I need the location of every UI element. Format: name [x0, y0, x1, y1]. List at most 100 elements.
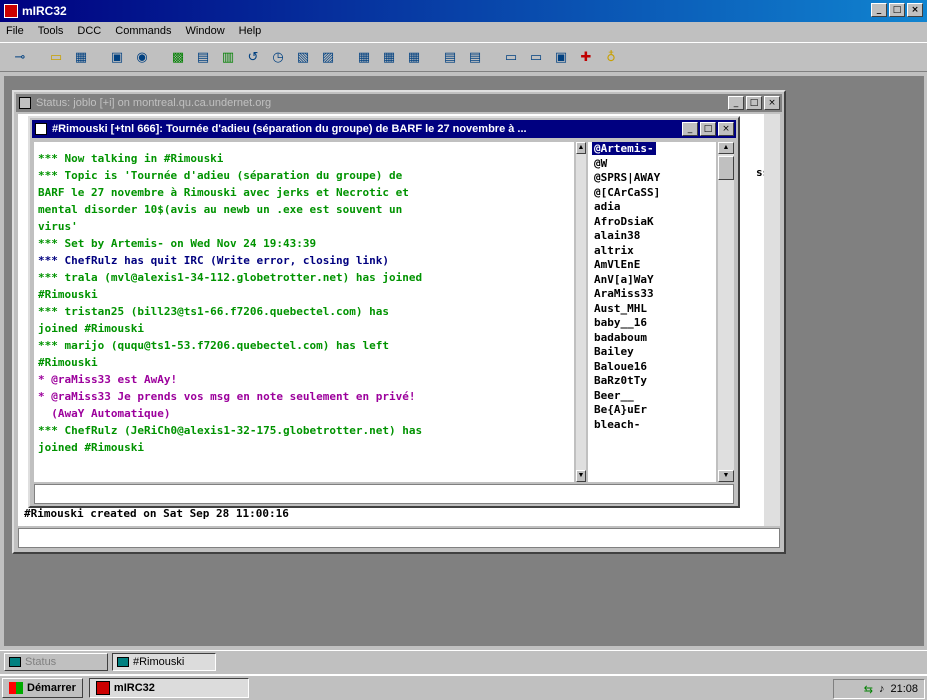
- switch-status[interactable]: Status: [4, 652, 108, 671]
- menu-file[interactable]: File: [6, 25, 24, 37]
- network-icon[interactable]: ⇆: [864, 683, 873, 696]
- channel-window-icon[interactable]: [35, 123, 47, 135]
- chat-line: * @raMiss33 est AwAy!: [38, 373, 178, 386]
- clock: 21:08: [890, 683, 918, 695]
- chat-line: #Rimouski: [38, 356, 98, 369]
- address-book-icon[interactable]: ▣: [107, 47, 127, 67]
- channel-close-button[interactable]: ×: [718, 122, 734, 136]
- options-icon[interactable]: ▦: [71, 47, 91, 67]
- channel-window[interactable]: #Rimouski [+tnl 666]: Tournée d'adieu (s…: [28, 116, 740, 508]
- chat-log: *** Now talking in #Rimouski *** Topic is…: [34, 142, 574, 482]
- window-list-icon[interactable]: ▣: [551, 47, 571, 67]
- nick-item[interactable]: AfroDsiaK: [594, 215, 716, 230]
- chat-line: joined #Rimouski: [38, 441, 144, 454]
- status-minimize-button[interactable]: _: [728, 96, 744, 110]
- status-window-title[interactable]: Status: joblo [+i] on montreal.qu.ca.und…: [16, 94, 782, 112]
- maximize-button[interactable]: □: [889, 3, 905, 17]
- channel-window-title[interactable]: #Rimouski [+tnl 666]: Tournée d'adieu (s…: [32, 120, 736, 138]
- system-tray: ⇆ ♪ 21:08: [833, 679, 925, 699]
- arrange-icon[interactable]: ▦: [379, 47, 399, 67]
- menu-help[interactable]: Help: [239, 25, 262, 37]
- channel-tab-icon: [117, 656, 129, 667]
- volume-icon[interactable]: ♪: [879, 683, 885, 695]
- channel-maximize-button[interactable]: □: [700, 122, 716, 136]
- nick-scroll-thumb[interactable]: [718, 156, 734, 180]
- nick-item[interactable]: bleach-: [594, 418, 716, 433]
- cascade-icon[interactable]: ▨: [318, 47, 338, 67]
- connect-icon[interactable]: ⊸: [10, 47, 30, 67]
- nick-item[interactable]: badaboum: [594, 331, 716, 346]
- taskbar-mirc[interactable]: mIRC32: [88, 678, 249, 698]
- chat-line: *** Now talking in #Rimouski: [38, 152, 224, 165]
- nick-item[interactable]: AmVlEnE: [594, 258, 716, 273]
- help-icon[interactable]: ✚: [576, 47, 596, 67]
- nick-scroll-up-icon[interactable]: ▲: [718, 142, 734, 154]
- app-title: mIRC32: [22, 4, 67, 18]
- mirc-app-icon[interactable]: [4, 4, 18, 18]
- chat-line: *** Set by Artemis- on Wed Nov 24 19:43:…: [38, 237, 317, 250]
- nick-list[interactable]: @Artemis- @W @SPRS|AWAY @[CArCaSS] adia AfroD…: [588, 142, 716, 482]
- nick-item[interactable]: altrix: [594, 244, 716, 259]
- nick-item[interactable]: AnV[a]WaY: [594, 273, 716, 288]
- start-button[interactable]: Démarrer: [2, 678, 83, 698]
- menu-tools[interactable]: Tools: [38, 25, 64, 37]
- channels-icon[interactable]: ◉: [132, 47, 152, 67]
- nick-item[interactable]: Beer__: [594, 389, 716, 404]
- menu-window[interactable]: Window: [186, 25, 225, 37]
- nick-item[interactable]: Aust_MHL: [594, 302, 716, 317]
- minimize-all-icon-2[interactable]: ▭: [526, 47, 546, 67]
- nick-item[interactable]: AraMiss33: [594, 287, 716, 302]
- nick-item[interactable]: @W: [594, 157, 716, 172]
- chat-line: *** marijo (ququ@ts1-53.f7206.quebectel.…: [38, 339, 389, 352]
- menu-dcc[interactable]: DCC: [77, 25, 101, 37]
- nick-item[interactable]: Be{A}uEr: [594, 403, 716, 418]
- minimize-button[interactable]: _: [871, 3, 887, 17]
- nick-list-scrollbar[interactable]: ▲ ▼: [718, 142, 734, 482]
- chat-scrollbar[interactable]: ▲ ▼: [576, 142, 586, 482]
- nick-item[interactable]: baby__16: [594, 316, 716, 331]
- nick-item[interactable]: Bailey: [594, 345, 716, 360]
- close-button[interactable]: ×: [907, 3, 923, 17]
- status-maximize-button[interactable]: □: [746, 96, 762, 110]
- mirc-task-icon: [95, 681, 110, 695]
- nick-item[interactable]: @Artemis-: [592, 142, 716, 157]
- nick-item[interactable]: @[CArCaSS]: [594, 186, 716, 201]
- channel-minimize-button[interactable]: _: [682, 122, 698, 136]
- nick-item[interactable]: BaRz0tTy: [594, 374, 716, 389]
- log-icon[interactable]: ▧: [293, 47, 313, 67]
- nick-item[interactable]: Baloue16: [594, 360, 716, 375]
- app-titlebar[interactable]: mIRC32 _ □ ×: [0, 0, 927, 22]
- status-scrollbar[interactable]: [764, 114, 780, 526]
- menu-commands[interactable]: Commands: [115, 25, 171, 37]
- list-icon[interactable]: ▤: [465, 47, 485, 67]
- nick-item[interactable]: @SPRS|AWAY: [594, 171, 716, 186]
- status-window-icon[interactable]: [19, 97, 31, 109]
- tile-v-icon[interactable]: ▤: [440, 47, 460, 67]
- about-icon[interactable]: ♁: [601, 47, 621, 67]
- switch-rimouski[interactable]: #Rimouski: [112, 652, 216, 671]
- status-input[interactable]: [18, 528, 780, 548]
- notify-icon[interactable]: ◷: [268, 47, 288, 67]
- nick-item[interactable]: adia: [594, 200, 716, 215]
- chat-line: *** tristan25 (bill23@ts1-66.f7206.quebe…: [38, 305, 389, 318]
- finger-icon[interactable]: ▩: [168, 47, 188, 67]
- tile-h-icon[interactable]: ▦: [404, 47, 424, 67]
- dcc-icon[interactable]: ↺: [243, 47, 263, 67]
- mirc-main-window: mIRC32 _ □ × File Tools DCC Commands Win…: [0, 0, 927, 700]
- chat-icon[interactable]: ▥: [218, 47, 238, 67]
- scroll-up-icon[interactable]: ▲: [576, 142, 586, 154]
- nick-scroll-down-icon[interactable]: ▼: [718, 470, 734, 482]
- chat-line: *** trala (mvl@alexis1-34-112.globetrott…: [38, 271, 423, 284]
- nick-item[interactable]: alain38: [594, 229, 716, 244]
- toolbar: ⊸ ▭ ▦ ▣ ◉ ▩ ▤ ▥ ↺ ◷ ▧ ▨ ▦ ▦ ▦ ▤ ▤ ▭ ▭ ▣ …: [0, 42, 927, 72]
- channel-message-input[interactable]: [34, 484, 734, 504]
- status-close-button[interactable]: ×: [764, 96, 780, 110]
- tile-icon[interactable]: ▦: [354, 47, 374, 67]
- send-icon[interactable]: ▤: [193, 47, 213, 67]
- chat-line: * @raMiss33 Je prends vos msg en note se…: [38, 390, 416, 403]
- chat-line: virus': [38, 220, 78, 233]
- folder-icon[interactable]: ▭: [46, 47, 66, 67]
- minimize-all-icon[interactable]: ▭: [501, 47, 521, 67]
- chat-line: mental disorder 10$(avis au newb un .exe…: [38, 203, 403, 216]
- scroll-down-icon[interactable]: ▼: [576, 470, 586, 482]
